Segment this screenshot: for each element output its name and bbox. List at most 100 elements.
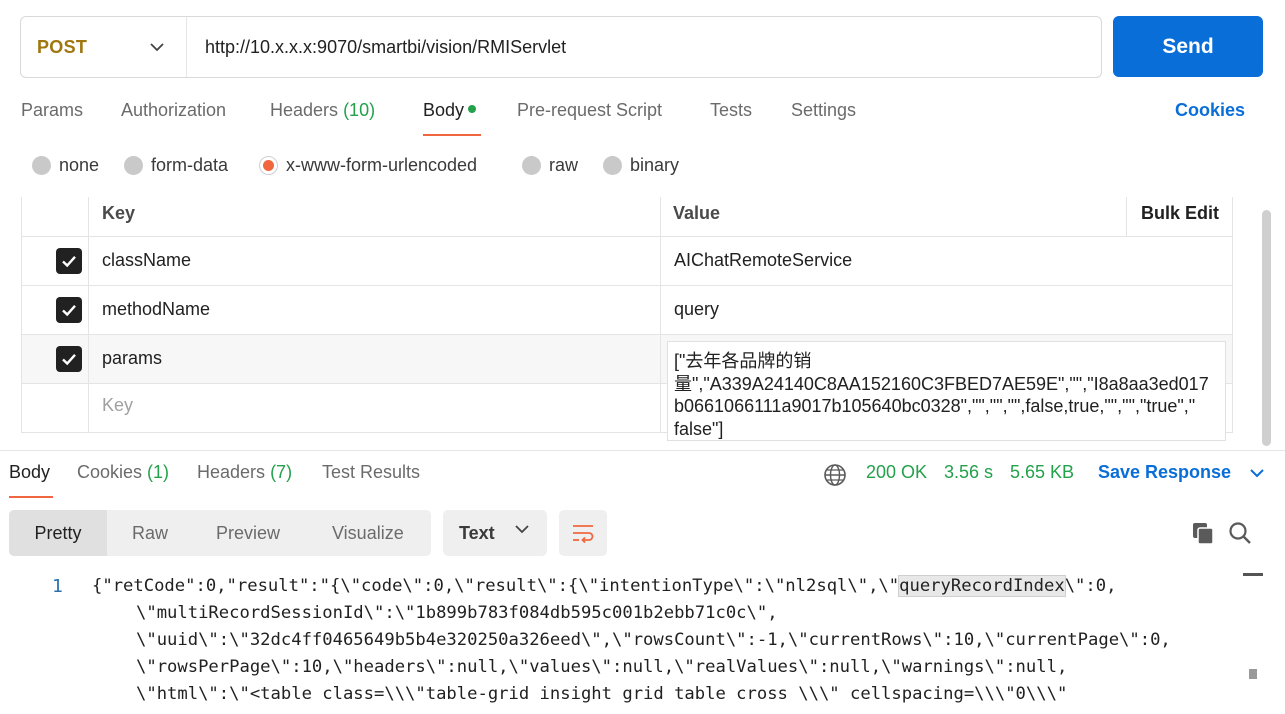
- radio-circle: [603, 156, 622, 175]
- globe-icon[interactable]: [823, 463, 847, 487]
- tab-headers-label: Headers: [270, 100, 339, 120]
- table-divider: [1232, 197, 1233, 433]
- line-number: 1: [52, 576, 63, 597]
- tab-prerequest-label: Pre-request Script: [517, 100, 663, 120]
- response-tab-body[interactable]: Body: [9, 462, 50, 483]
- table-divider: [21, 197, 22, 433]
- param-key[interactable]: className: [102, 250, 191, 271]
- tab-tests-label: Tests: [710, 100, 753, 120]
- tab-body[interactable]: Body: [423, 100, 477, 121]
- body-modified-dot: [468, 105, 477, 114]
- params-table: Key Value Bulk Edit className AIChatRemo…: [21, 187, 1233, 441]
- checkmark-icon: [62, 304, 76, 317]
- code-line: {"retCode":0,"result":"{\"code\":0,\"res…: [92, 575, 1117, 597]
- code-line: \"html\":\"<table class=\\\"table-grid i…: [136, 684, 1068, 704]
- table-divider: [88, 197, 89, 433]
- param-key[interactable]: params: [102, 348, 162, 369]
- save-response-button[interactable]: Save Response: [1098, 462, 1264, 483]
- chevron-down-icon: [1250, 469, 1264, 478]
- param-value[interactable]: query: [674, 299, 719, 320]
- bulk-edit-button[interactable]: Bulk Edit: [1141, 203, 1219, 224]
- table-divider: [21, 285, 1233, 286]
- scrollbar-top-marker: [1243, 573, 1263, 576]
- response-tab-test-results[interactable]: Test Results: [322, 462, 420, 483]
- url-input[interactable]: http://10.x.x.x:9070/smartbi/vision/RMIS…: [187, 37, 566, 58]
- radio-raw-label: raw: [549, 155, 579, 175]
- view-preview-button[interactable]: Preview: [216, 510, 280, 556]
- status-code[interactable]: 200 OK: [866, 462, 927, 483]
- response-tab-headers[interactable]: Headers (7): [197, 462, 292, 483]
- response-tab-body-label: Body: [9, 462, 51, 482]
- row-checkbox[interactable]: [56, 346, 82, 372]
- request-url-bar: POST http://10.x.x.x:9070/smartbi/vision…: [20, 16, 1102, 78]
- save-response-label: Save Response: [1098, 462, 1232, 482]
- radio-raw[interactable]: raw: [522, 155, 578, 176]
- method-select[interactable]: POST: [21, 17, 187, 77]
- radio-none-label: none: [59, 155, 100, 175]
- wrap-lines-button[interactable]: [559, 510, 607, 556]
- param-value-editor[interactable]: ["去年各品牌的销 量","A339A24140C8AA152160C3FBED…: [667, 341, 1226, 441]
- radio-circle: [32, 156, 51, 175]
- response-scrollbar[interactable]: [1243, 573, 1263, 713]
- checkmark-icon: [62, 353, 76, 366]
- param-key[interactable]: methodName: [102, 299, 210, 320]
- value-column-header: Value: [673, 203, 721, 223]
- response-body-code[interactable]: 1 {"retCode":0,"result":"{\"code\":0,\"r…: [0, 574, 1240, 714]
- table-divider: [21, 334, 1233, 335]
- send-button[interactable]: Send: [1113, 16, 1263, 77]
- code-line: \"rowsPerPage\":10,\"headers\":null,\"va…: [136, 657, 1068, 677]
- radio-urlencoded[interactable]: x-www-form-urlencoded: [259, 155, 477, 176]
- response-tab-headers-label: Headers: [197, 462, 266, 482]
- radio-binary[interactable]: binary: [603, 155, 679, 176]
- chevron-down-icon: [150, 43, 164, 52]
- param-value[interactable]: AIChatRemoteService: [674, 250, 852, 271]
- tab-settings-label: Settings: [791, 100, 857, 120]
- radio-circle: [522, 156, 541, 175]
- response-size[interactable]: 5.65 KB: [1010, 462, 1074, 483]
- row-checkbox[interactable]: [56, 248, 82, 274]
- cookies-count-badge: (1): [147, 462, 170, 482]
- tab-params[interactable]: Params: [21, 100, 83, 121]
- radio-form-data-label: form-data: [151, 155, 229, 175]
- active-tab-indicator: [423, 134, 481, 136]
- code-line: \"multiRecordSessionId\":\"1b899b783f084…: [136, 603, 778, 623]
- request-scrollbar[interactable]: [1262, 210, 1271, 446]
- radio-none[interactable]: none: [32, 155, 99, 176]
- scrollbar-thumb[interactable]: [1249, 669, 1257, 679]
- code-segment: \":0,: [1064, 576, 1117, 596]
- response-tab-cookies[interactable]: Cookies (1): [77, 462, 169, 483]
- table-divider: [21, 236, 1233, 237]
- wrap-lines-icon: [573, 525, 594, 544]
- response-time[interactable]: 3.56 s: [944, 462, 993, 483]
- radio-urlencoded-label: x-www-form-urlencoded: [286, 155, 478, 175]
- row-checkbox[interactable]: [56, 297, 82, 323]
- radio-circle-selected: [259, 156, 278, 175]
- tab-settings[interactable]: Settings: [791, 100, 856, 121]
- view-pretty-button[interactable]: Pretty: [9, 510, 107, 556]
- response-divider: [0, 450, 1285, 451]
- format-select[interactable]: Text: [443, 510, 547, 556]
- method-label: POST: [37, 36, 88, 57]
- view-raw-button[interactable]: Raw: [132, 510, 168, 556]
- headers-count-badge: (10): [343, 100, 376, 120]
- radio-form-data[interactable]: form-data: [124, 155, 228, 176]
- radio-binary-label: binary: [630, 155, 680, 175]
- tab-params-label: Params: [21, 100, 84, 120]
- view-mode-segmented-control: Pretty Raw Preview Visualize: [9, 510, 431, 556]
- search-icon[interactable]: [1227, 520, 1253, 546]
- tab-authorization[interactable]: Authorization: [121, 100, 226, 121]
- copy-icon[interactable]: [1190, 520, 1216, 546]
- tab-prerequest-script[interactable]: Pre-request Script: [517, 100, 662, 121]
- chevron-down-icon: [515, 525, 529, 534]
- response-active-tab-indicator: [9, 496, 53, 498]
- table-divider: [1126, 197, 1127, 237]
- new-key-input[interactable]: Key: [102, 395, 133, 416]
- view-visualize-button[interactable]: Visualize: [332, 510, 404, 556]
- tab-tests[interactable]: Tests: [710, 100, 752, 121]
- checkmark-icon: [62, 255, 76, 268]
- cookies-link[interactable]: Cookies: [1175, 100, 1245, 121]
- response-tab-test-results-label: Test Results: [322, 462, 421, 482]
- tab-headers[interactable]: Headers (10): [270, 100, 375, 121]
- table-divider: [660, 197, 661, 433]
- key-column-header: Key: [102, 203, 136, 223]
